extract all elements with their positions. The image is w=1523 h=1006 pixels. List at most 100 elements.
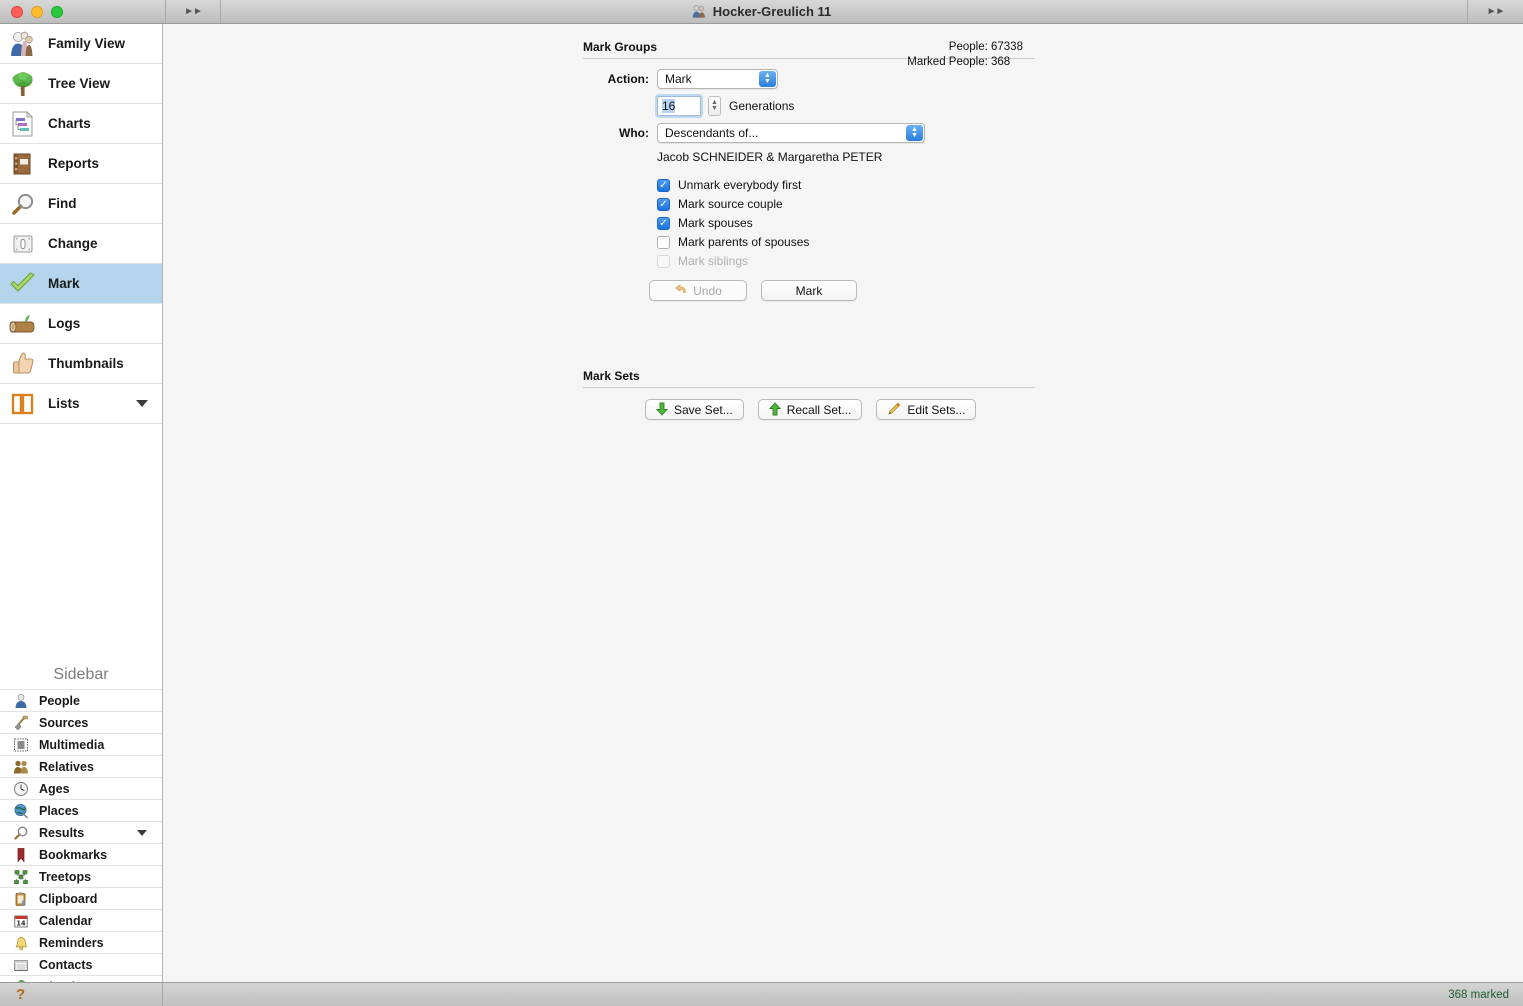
checkbox-unmark-everybody-first[interactable]: ✓ Unmark everybody first [657, 178, 1035, 192]
sidebar-item-label: Change [48, 236, 98, 251]
clock-icon [12, 780, 30, 798]
checkbox-label: Unmark everybody first [678, 178, 802, 192]
sidebar-item-change[interactable]: Change [0, 224, 162, 264]
sidebar-list-contacts[interactable]: Contacts [0, 953, 162, 975]
checkbox-icon[interactable]: ✓ [657, 178, 670, 192]
sidebar-list-label: Results [39, 825, 85, 840]
sidebar-list-treetops[interactable]: Treetops [0, 865, 162, 887]
switch-icon [8, 229, 38, 259]
sidebar-item-logs[interactable]: Logs [0, 304, 162, 344]
checkbox-mark-source-couple[interactable]: ✓ Mark source couple [657, 197, 1035, 211]
sidebar-item-find[interactable]: Find [0, 184, 162, 224]
sidebar-item-mark[interactable]: Mark [0, 264, 162, 304]
marked-count-label: Marked People: [907, 56, 988, 68]
undo-arrow-icon [674, 284, 687, 297]
family-icon [8, 29, 38, 59]
mark-groups-panel: People: 67338 Marked People: 368 Mark Gr… [583, 40, 1035, 301]
status-message: 368 marked [1448, 988, 1509, 1001]
bell-icon [12, 934, 30, 952]
sidebar-list-clipboard[interactable]: Clipboard [0, 887, 162, 909]
action-row: Action: Mark ▲ ▼ [583, 69, 1035, 89]
green-check-icon [8, 269, 38, 299]
sidebar-list-reminders[interactable]: Reminders [0, 931, 162, 953]
checkbox-mark-parents-of-spouses[interactable]: Mark parents of spouses [657, 235, 1035, 249]
sidebar-list-sources[interactable]: Sources [0, 711, 162, 733]
who-select[interactable]: Descendants of... ▲ ▼ [657, 123, 925, 143]
generations-row: 16 ▲ ▼ Generations [657, 96, 1035, 116]
pencil-icon [887, 402, 901, 418]
section-divider [583, 387, 1035, 388]
help-button[interactable]: ? [0, 983, 163, 1006]
checkbox-icon[interactable]: ✓ [657, 197, 670, 211]
mark-sets-panel: Mark Sets Save Set... Recall Set... Edit… [583, 369, 1035, 420]
action-select[interactable]: Mark ▲ ▼ [657, 69, 778, 89]
status-bar: ? 368 marked [0, 982, 1523, 1006]
recall-set-button[interactable]: Recall Set... [757, 399, 863, 420]
log-icon [8, 309, 38, 339]
sidebar-list-places[interactable]: Places [0, 799, 162, 821]
chevron-down-icon[interactable] [136, 400, 148, 407]
action-select-value: Mark [665, 72, 692, 86]
sidebar-item-charts[interactable]: Charts [0, 104, 162, 144]
sidebar-list-label: Treetops [39, 869, 92, 884]
people-count-label: People: [948, 41, 988, 53]
generations-label: Generations [729, 99, 795, 113]
main-content: People: 67338 Marked People: 368 Mark Gr… [164, 24, 1523, 982]
sidebar-item-tree-view[interactable]: Tree View [0, 64, 162, 104]
checkbox-mark-spouses[interactable]: ✓ Mark spouses [657, 216, 1035, 230]
edit-sets-label: Edit Sets... [907, 402, 966, 417]
question-mark-icon[interactable]: ? [16, 986, 25, 1003]
lists-icon [8, 389, 38, 419]
maximize-button[interactable] [51, 5, 63, 18]
sidebar-item-reports[interactable]: Reports [0, 144, 162, 184]
sidebar-list-results[interactable]: Results [0, 821, 162, 843]
minimize-button[interactable] [31, 5, 43, 18]
sidebar-list-label: Contacts [39, 957, 93, 972]
sidebar-list-multimedia[interactable]: Multimedia [0, 733, 162, 755]
edit-sets-button[interactable]: Edit Sets... [876, 399, 977, 420]
people-count-value: 67338 [991, 41, 1023, 53]
sidebar-item-label: Reports [48, 156, 100, 171]
sidebar-list-people[interactable]: People [0, 689, 162, 711]
sidebar-list-ages[interactable]: Ages [0, 777, 162, 799]
sidebar: Family View Tree View Charts Reports Fin… [0, 24, 163, 982]
checkbox-label: Mark parents of spouses [678, 235, 810, 249]
sidebar-item-label: Logs [48, 316, 81, 331]
chevron-updown-icon: ▲ ▼ [906, 125, 923, 141]
generations-input[interactable]: 16 [657, 96, 701, 116]
globe-icon [12, 802, 30, 820]
sidebar-item-family-view[interactable]: Family View [0, 24, 162, 64]
sidebar-item-label: Mark [48, 276, 80, 291]
chart-document-icon [8, 109, 38, 139]
clipboard-icon [12, 890, 30, 908]
sidebar-item-label: Tree View [48, 76, 111, 91]
checkbox-icon[interactable]: ✓ [657, 216, 670, 230]
green-up-arrow-icon [768, 401, 781, 418]
close-button[interactable] [11, 5, 23, 18]
left-expander-icon[interactable]: ►► [165, 0, 221, 23]
chevron-down-icon[interactable] [137, 829, 147, 836]
generations-stepper[interactable]: ▲ ▼ [708, 96, 721, 116]
mark-button[interactable]: Mark [761, 280, 857, 301]
save-set-label: Save Set... [674, 402, 733, 417]
right-expander-icon[interactable]: ►► [1467, 0, 1523, 23]
treetops-icon [12, 868, 30, 886]
sidebar-list-label: Sources [39, 715, 89, 730]
sidebar-list-label: People [39, 693, 80, 708]
generations-value: 16 [662, 99, 676, 113]
sidebar-item-lists[interactable]: Lists [0, 384, 162, 424]
people-counts: People: 67338 Marked People: 368 [907, 40, 1035, 70]
book-icon [8, 149, 38, 179]
sidebar-list-label: Reminders [39, 935, 104, 950]
checkbox-icon[interactable] [657, 235, 670, 249]
sidebar-list-relatives[interactable]: Relatives [0, 755, 162, 777]
sidebar-list-bookmarks[interactable]: Bookmarks [0, 843, 162, 865]
sidebar-list-islands[interactable]: Islands [0, 975, 162, 982]
mark-sets-title: Mark Sets [583, 369, 640, 383]
save-set-button[interactable]: Save Set... [645, 399, 744, 420]
sidebar-list-label: Calendar [39, 913, 93, 928]
action-buttons: Undo Mark [649, 280, 1035, 301]
sidebar-list-calendar[interactable]: 14 Calendar [0, 909, 162, 931]
sidebar-item-thumbnails[interactable]: Thumbnails [0, 344, 162, 384]
